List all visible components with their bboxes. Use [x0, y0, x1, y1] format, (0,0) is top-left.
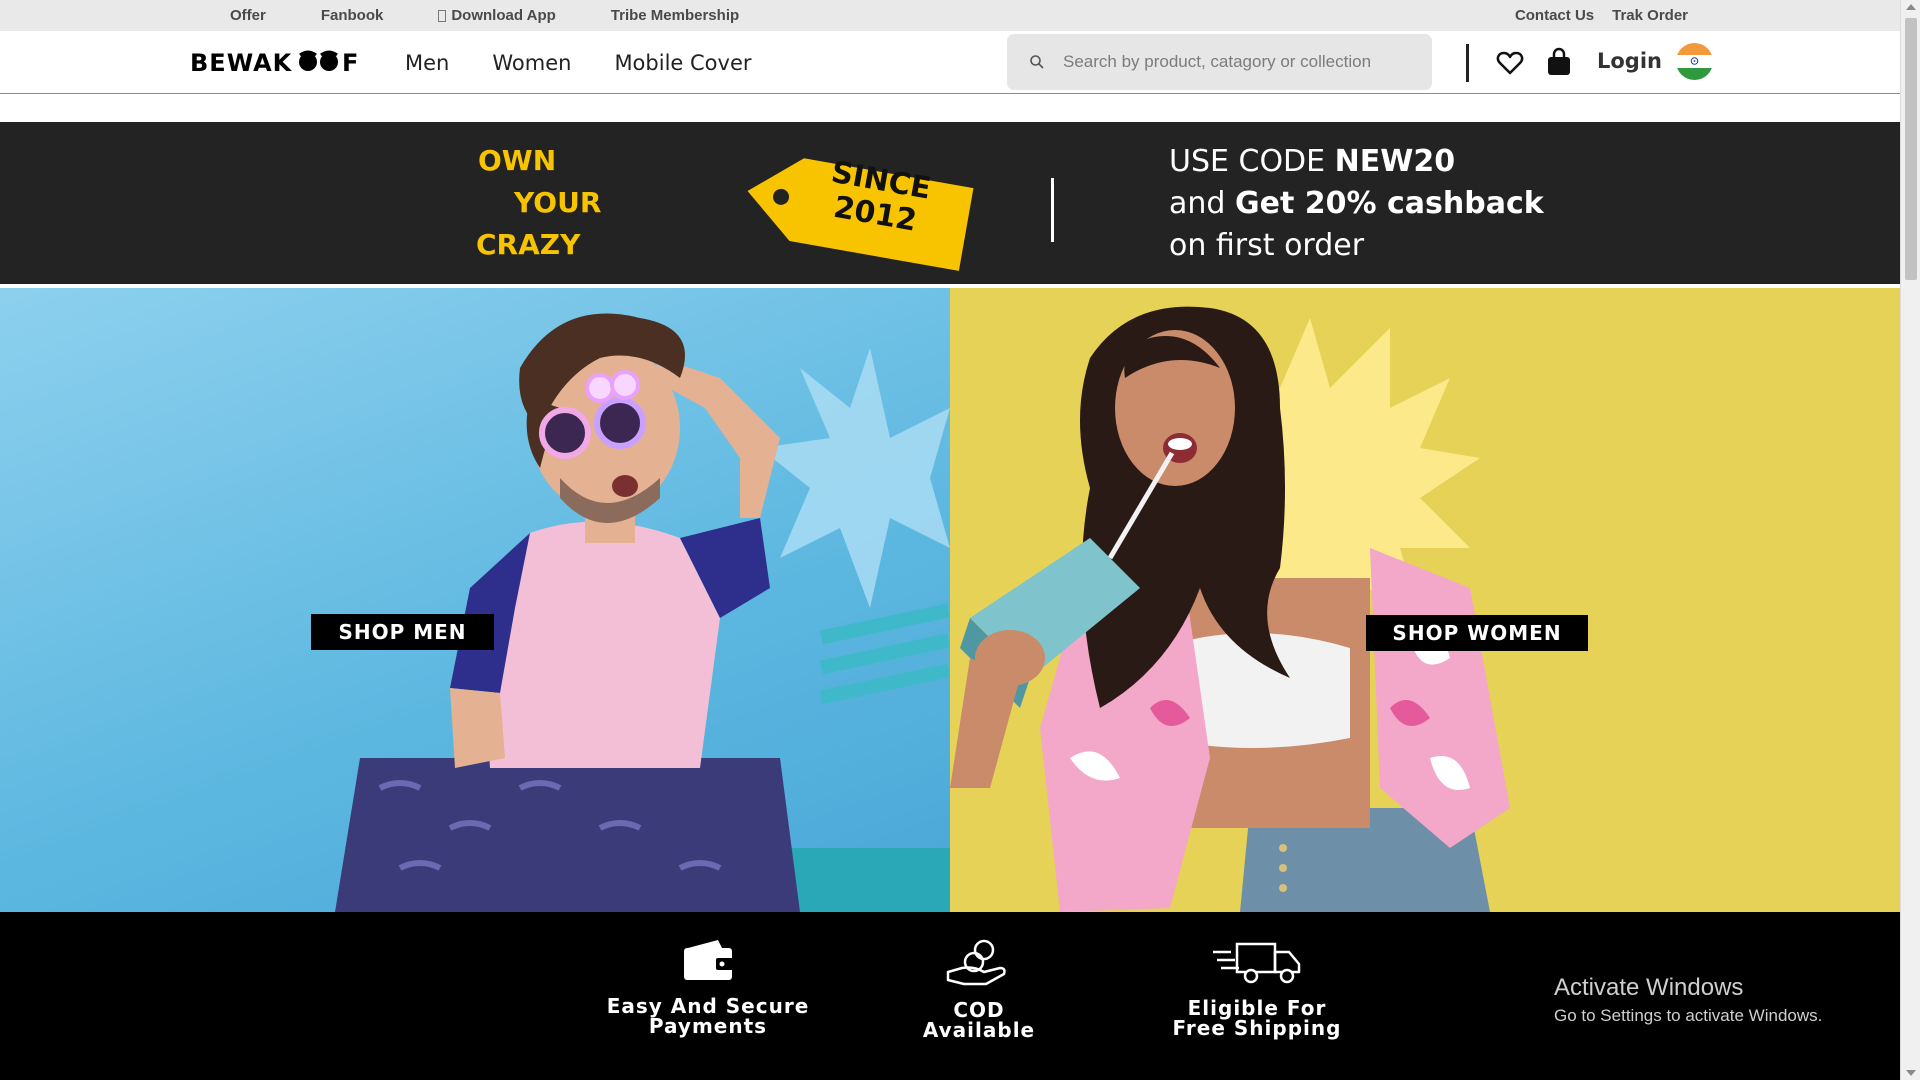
- fanbook-label: Fanbook: [320, 7, 384, 24]
- feature-secure-payments: Easy And Secure Payments: [583, 938, 833, 1036]
- tagline-own: OWN: [478, 144, 557, 177]
- promo-first-order-line: on first order: [1169, 228, 1365, 263]
- hero-women-illustration: [950, 306, 1510, 912]
- promo-cashback-prefix: and: [1169, 186, 1235, 221]
- scroll-up-arrow-icon[interactable]: [1906, 4, 1916, 10]
- promo-divider: [1051, 178, 1054, 242]
- promo-cashback-line: and Get 20% cashback: [1169, 186, 1544, 221]
- svg-text:BEWAK: BEWAK: [190, 49, 293, 77]
- activate-windows-subtitle: Go to Settings to activate Windows.: [1554, 1006, 1823, 1025]
- primary-nav: Men Women Mobile Cover: [405, 31, 795, 94]
- promo-banner[interactable]: OWN YOUR CRAZY SINCE 2012 USE CODE NEW20…: [0, 122, 1900, 284]
- feature-secure-payments-line1: Easy And Secure: [606, 994, 810, 1018]
- scrollbar-thumb[interactable]: [1905, 18, 1917, 280]
- features-strip: Easy And Secure Payments COD Available E…: [0, 912, 1900, 1080]
- svg-text:F: F: [342, 49, 359, 77]
- promo-code: NEW20: [1334, 144, 1456, 179]
- heart-icon[interactable]: [1496, 49, 1524, 77]
- feature-free-shipping-line2: Free Shipping: [1172, 1016, 1342, 1040]
- download-app-label: Download App: [451, 7, 556, 24]
- nav-mobile-cover[interactable]: Mobile Cover: [614, 51, 751, 75]
- top-left-links: Offer Fanbook Download App Tribe Members…: [230, 0, 794, 31]
- promo-code-line: USE CODE NEW20: [1169, 144, 1455, 179]
- feature-cod-line2: Available: [922, 1018, 1036, 1042]
- top-right-links: Contact Us Trak Order: [1497, 0, 1688, 31]
- shopping-bag-icon[interactable]: [1545, 47, 1573, 77]
- track-order-link[interactable]: Trak Order: [1612, 7, 1688, 24]
- delivery-truck-icon: [1213, 942, 1301, 984]
- hero-men-panel[interactable]: SHOP MEN: [0, 288, 950, 912]
- main-navbar: BEWAK F Men Women Mobile Cover Login: [0, 31, 1900, 94]
- feature-secure-payments-line2: Payments: [648, 1014, 768, 1038]
- shop-women-button[interactable]: SHOP WOMEN: [1366, 615, 1588, 651]
- hero-men-illustration: [335, 313, 950, 912]
- hero-women-panel[interactable]: SHOP WOMEN: [950, 288, 1900, 912]
- shop-men-button[interactable]: SHOP MEN: [311, 614, 494, 650]
- cash-hand-icon: [946, 939, 1006, 986]
- brand-logo[interactable]: BEWAK F: [190, 47, 372, 77]
- scroll-down-arrow-icon[interactable]: [1906, 1070, 1916, 1076]
- nav-women[interactable]: Women: [492, 51, 571, 75]
- promo-cashback: Get 20% cashback: [1234, 186, 1544, 221]
- activate-windows-title: Activate Windows: [1554, 974, 1744, 1001]
- offer-link[interactable]: Offer: [230, 7, 266, 24]
- india-flag-icon[interactable]: [1676, 43, 1713, 80]
- feature-cod-line1: COD: [953, 998, 1005, 1022]
- login-button[interactable]: Login: [1597, 49, 1662, 73]
- spacer: [0, 94, 1900, 122]
- wallet-icon: [684, 940, 734, 980]
- tagline-your: YOUR: [514, 186, 602, 219]
- tribe-membership-link[interactable]: Tribe Membership: [611, 7, 739, 24]
- feature-free-shipping-line1: Eligible For: [1187, 996, 1327, 1020]
- search-input[interactable]: [1063, 52, 1403, 72]
- phone-icon: [438, 9, 447, 22]
- download-app-link[interactable]: Download App: [438, 7, 556, 24]
- promo-code-prefix: USE CODE: [1169, 144, 1335, 179]
- nav-men[interactable]: Men: [405, 51, 449, 75]
- nav-divider: [1466, 44, 1469, 82]
- search-box[interactable]: [1007, 34, 1432, 90]
- activate-windows-watermark: Activate Windows Go to Settings to activ…: [1554, 974, 1822, 1026]
- contact-us-link[interactable]: Contact Us: [1515, 7, 1594, 24]
- feature-free-shipping: Eligible For Free Shipping: [1147, 938, 1367, 1038]
- fanbook-link[interactable]: Fanbook: [321, 7, 384, 24]
- tagline-crazy: CRAZY: [476, 228, 581, 261]
- feature-cod: COD Available: [899, 938, 1059, 1040]
- search-icon[interactable]: [1017, 54, 1057, 70]
- top-utility-bar: Offer Fanbook Download App Tribe Members…: [0, 0, 1900, 31]
- page-scrollbar[interactable]: [1900, 0, 1920, 1080]
